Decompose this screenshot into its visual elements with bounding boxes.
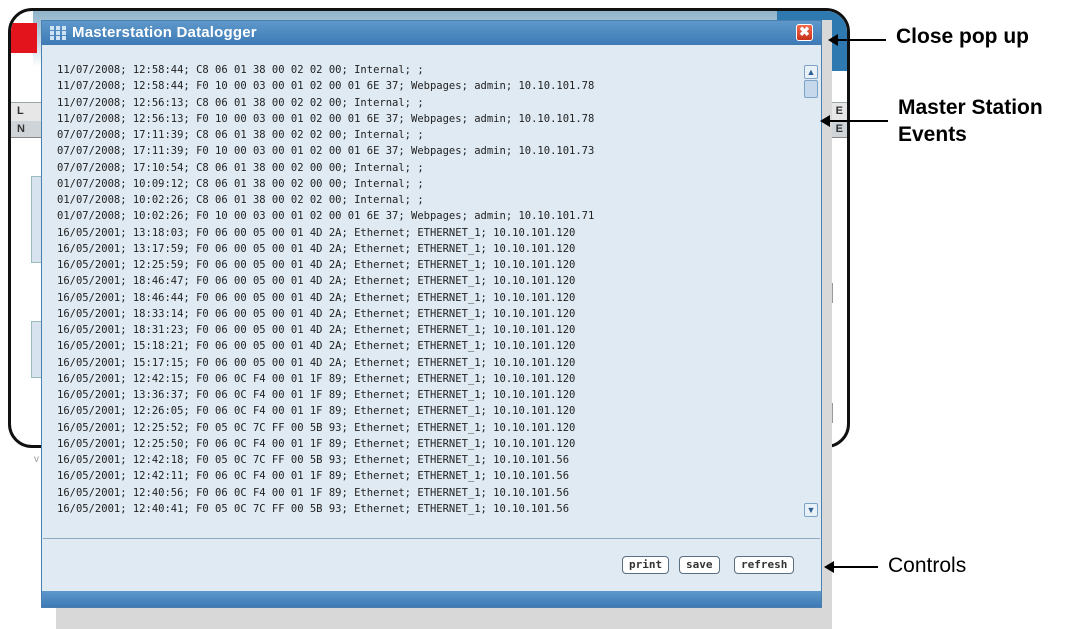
log-line: 01/07/2008; 10:02:26; C8 06 01 38 00 02 … [57, 194, 424, 206]
log-line: 07/07/2008; 17:11:39; C8 06 01 38 00 02 … [57, 129, 424, 141]
log-line: 16/05/2001; 15:18:21; F0 06 00 05 00 01 … [57, 340, 576, 353]
log-line: 07/07/2008; 17:10:54; C8 06 01 38 00 02 … [57, 161, 424, 174]
log-line: 16/05/2001; 18:46:47; F0 06 00 05 00 01 … [57, 275, 576, 288]
print-button[interactable]: print [622, 556, 670, 574]
log-line: 01/07/2008; 10:02:26; F0 10 00 03 00 01 … [57, 210, 595, 223]
chevron-up-icon: ▲ [806, 67, 816, 77]
controls-bar: print save refresh [43, 539, 820, 591]
background-submenu-label: N [17, 123, 25, 135]
log-line: 16/05/2001; 12:40:41; F0 05 0C 7C FF 00 … [57, 502, 570, 515]
log-line: 16/05/2001; 12:25:59; F0 06 00 05 00 01 … [57, 259, 576, 271]
log-line: 16/05/2001; 12:42:11; F0 06 0C F4 00 01 … [57, 470, 570, 483]
log-line: 16/05/2001; 12:25:52; F0 05 0C 7C FF 00 … [57, 421, 576, 434]
background-menu-label: L [17, 105, 24, 117]
callout-arrow-controls [824, 561, 878, 573]
callout-close-popup: Close pop up [896, 25, 1029, 48]
grid-icon [50, 26, 66, 40]
log-line: 16/05/2001; 12:42:18; F0 05 0C 7C FF 00 … [57, 454, 570, 466]
refresh-button[interactable]: refresh [734, 556, 795, 574]
scroll-thumb[interactable] [804, 80, 818, 98]
callout-arrow-close [828, 34, 886, 46]
popup-title: Masterstation Datalogger [72, 24, 257, 41]
log-line: 16/05/2001; 13:18:03; F0 06 00 05 00 01 … [57, 226, 576, 239]
callout-master-station: Master Station [898, 96, 1043, 119]
save-button[interactable]: save [679, 556, 720, 574]
log-line: 16/05/2001; 12:42:15; F0 06 0C F4 00 01 … [57, 372, 576, 385]
event-log-list: 11/07/2008; 12:58:44; C8 06 01 38 00 02 … [57, 62, 802, 538]
callout-arrow-events [820, 115, 888, 127]
popup-titlebar[interactable]: Masterstation Datalogger ✖ [42, 21, 821, 45]
log-line: 16/05/2001; 18:46:44; F0 06 00 05 00 01 … [57, 291, 576, 304]
background-submenu-label-right: E [835, 123, 843, 135]
log-line: 01/07/2008; 10:09:12; C8 06 01 38 00 02 … [57, 177, 424, 190]
log-line: 16/05/2001; 12:40:56; F0 06 0C F4 00 01 … [57, 486, 570, 499]
close-icon: ✖ [799, 24, 810, 39]
scroll-down-button[interactable]: ▼ [804, 503, 818, 517]
log-line: 07/07/2008; 17:11:39; F0 10 00 03 00 01 … [57, 145, 595, 158]
callout-controls: Controls [888, 554, 967, 577]
popup-footer-bar [42, 591, 821, 607]
log-line: 11/07/2008; 12:58:44; C8 06 01 38 00 02 … [57, 64, 424, 76]
callout-events: Events [898, 123, 967, 146]
log-line: 11/07/2008; 12:58:44; F0 10 00 03 00 01 … [57, 80, 595, 93]
log-line: 11/07/2008; 12:56:13; C8 06 01 38 00 02 … [57, 96, 424, 109]
log-line: 16/05/2001; 15:17:15; F0 06 00 05 00 01 … [57, 356, 576, 369]
popup-shadow [822, 20, 832, 629]
popup-shadow [56, 605, 832, 629]
background-red-logo [11, 23, 37, 53]
log-line: 16/05/2001; 12:25:50; F0 06 0C F4 00 01 … [57, 437, 576, 450]
log-line: 16/05/2001; 18:33:14; F0 06 00 05 00 01 … [57, 307, 576, 320]
event-log-area[interactable]: 11/07/2008; 12:58:44; C8 06 01 38 00 02 … [43, 45, 820, 539]
chevron-down-icon: ▼ [806, 505, 816, 515]
close-button[interactable]: ✖ [796, 24, 813, 41]
background-text: v [34, 454, 39, 465]
log-scrollbar[interactable]: ▲ ▼ [803, 45, 819, 538]
scroll-up-button[interactable]: ▲ [804, 65, 818, 79]
log-line: 11/07/2008; 12:56:13; F0 10 00 03 00 01 … [57, 112, 595, 125]
log-line: 16/05/2001; 13:36:37; F0 06 0C F4 00 01 … [57, 389, 576, 401]
background-menu-label-right: E [835, 105, 843, 117]
log-line: 16/05/2001; 12:26:05; F0 06 0C F4 00 01 … [57, 405, 576, 418]
datalogger-popup: Masterstation Datalogger ✖ 11/07/2008; 1… [41, 20, 822, 608]
log-line: 16/05/2001; 18:31:23; F0 06 00 05 00 01 … [57, 324, 576, 336]
log-line: 16/05/2001; 13:17:59; F0 06 00 05 00 01 … [57, 242, 576, 255]
